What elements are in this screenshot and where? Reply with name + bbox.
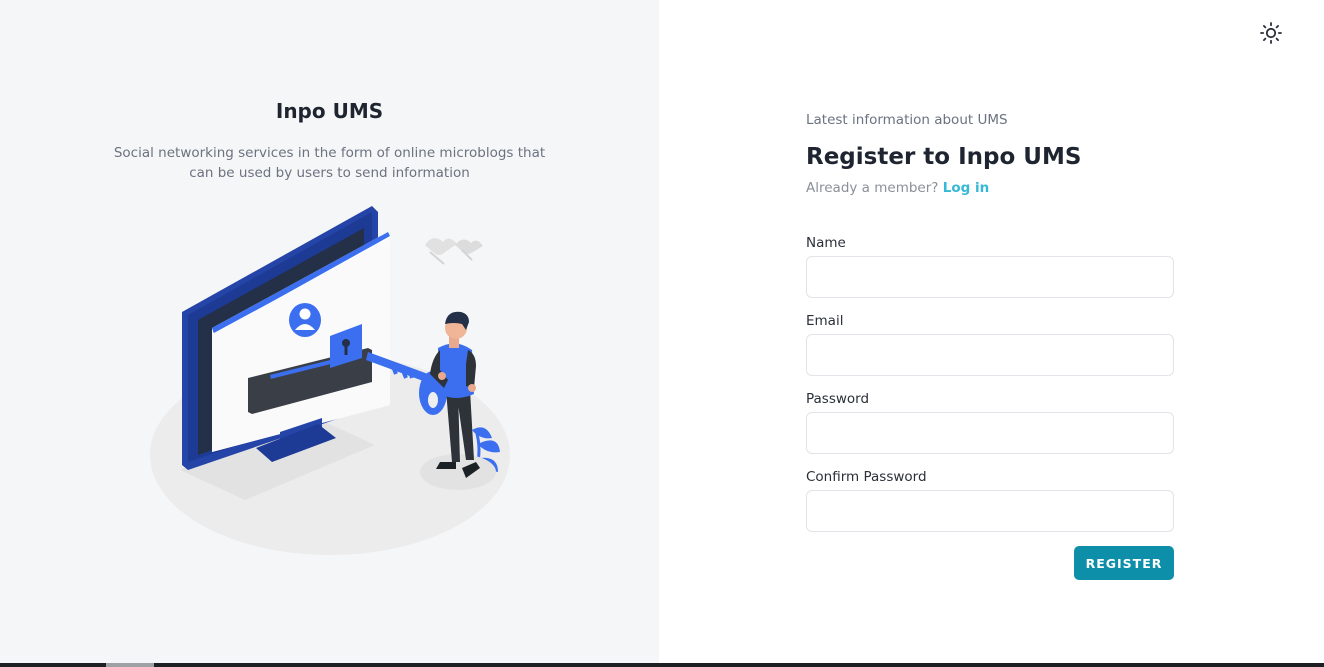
monitor-login-with-key-illustration (150, 206, 510, 555)
name-label: Name (806, 235, 846, 251)
name-field-group: Name (806, 234, 1174, 298)
register-button[interactable]: REGISTER (1074, 546, 1174, 580)
register-form: Latest information about UMS Register to… (806, 110, 1174, 580)
email-label: Email (806, 313, 844, 329)
confirm-password-input[interactable] (806, 490, 1174, 532)
email-input[interactable] (806, 334, 1174, 376)
password-input[interactable] (806, 412, 1174, 454)
member-prompt: Already a member? Log in (806, 178, 1174, 198)
form-title: Register to Inpo UMS (806, 144, 1082, 170)
bottom-edge-bar (0, 663, 1324, 667)
form-eyebrow: Latest information about UMS (806, 112, 1008, 128)
hero-description: Social networking services in the form o… (113, 145, 546, 181)
hero-title: Inpo UMS (275, 99, 384, 123)
confirm-password-field-group: Confirm Password (806, 468, 1174, 532)
member-prefix-text: Already a member? (806, 180, 939, 196)
form-fields: Name Email Password Confirm Password (806, 234, 1174, 532)
login-link[interactable]: Log in (943, 180, 989, 196)
left-hero-panel: Inpo UMS Social networking services in t… (0, 0, 659, 663)
form-actions: REGISTER (806, 546, 1174, 580)
confirm-password-label: Confirm Password (806, 469, 927, 485)
password-label: Password (806, 391, 870, 407)
password-field-group: Password (806, 390, 1174, 454)
email-field-group: Email (806, 312, 1174, 376)
name-input[interactable] (806, 256, 1174, 298)
bottom-edge-chip (106, 663, 154, 667)
theme-toggle-button[interactable] (1258, 20, 1284, 46)
sun-icon (1260, 22, 1282, 44)
